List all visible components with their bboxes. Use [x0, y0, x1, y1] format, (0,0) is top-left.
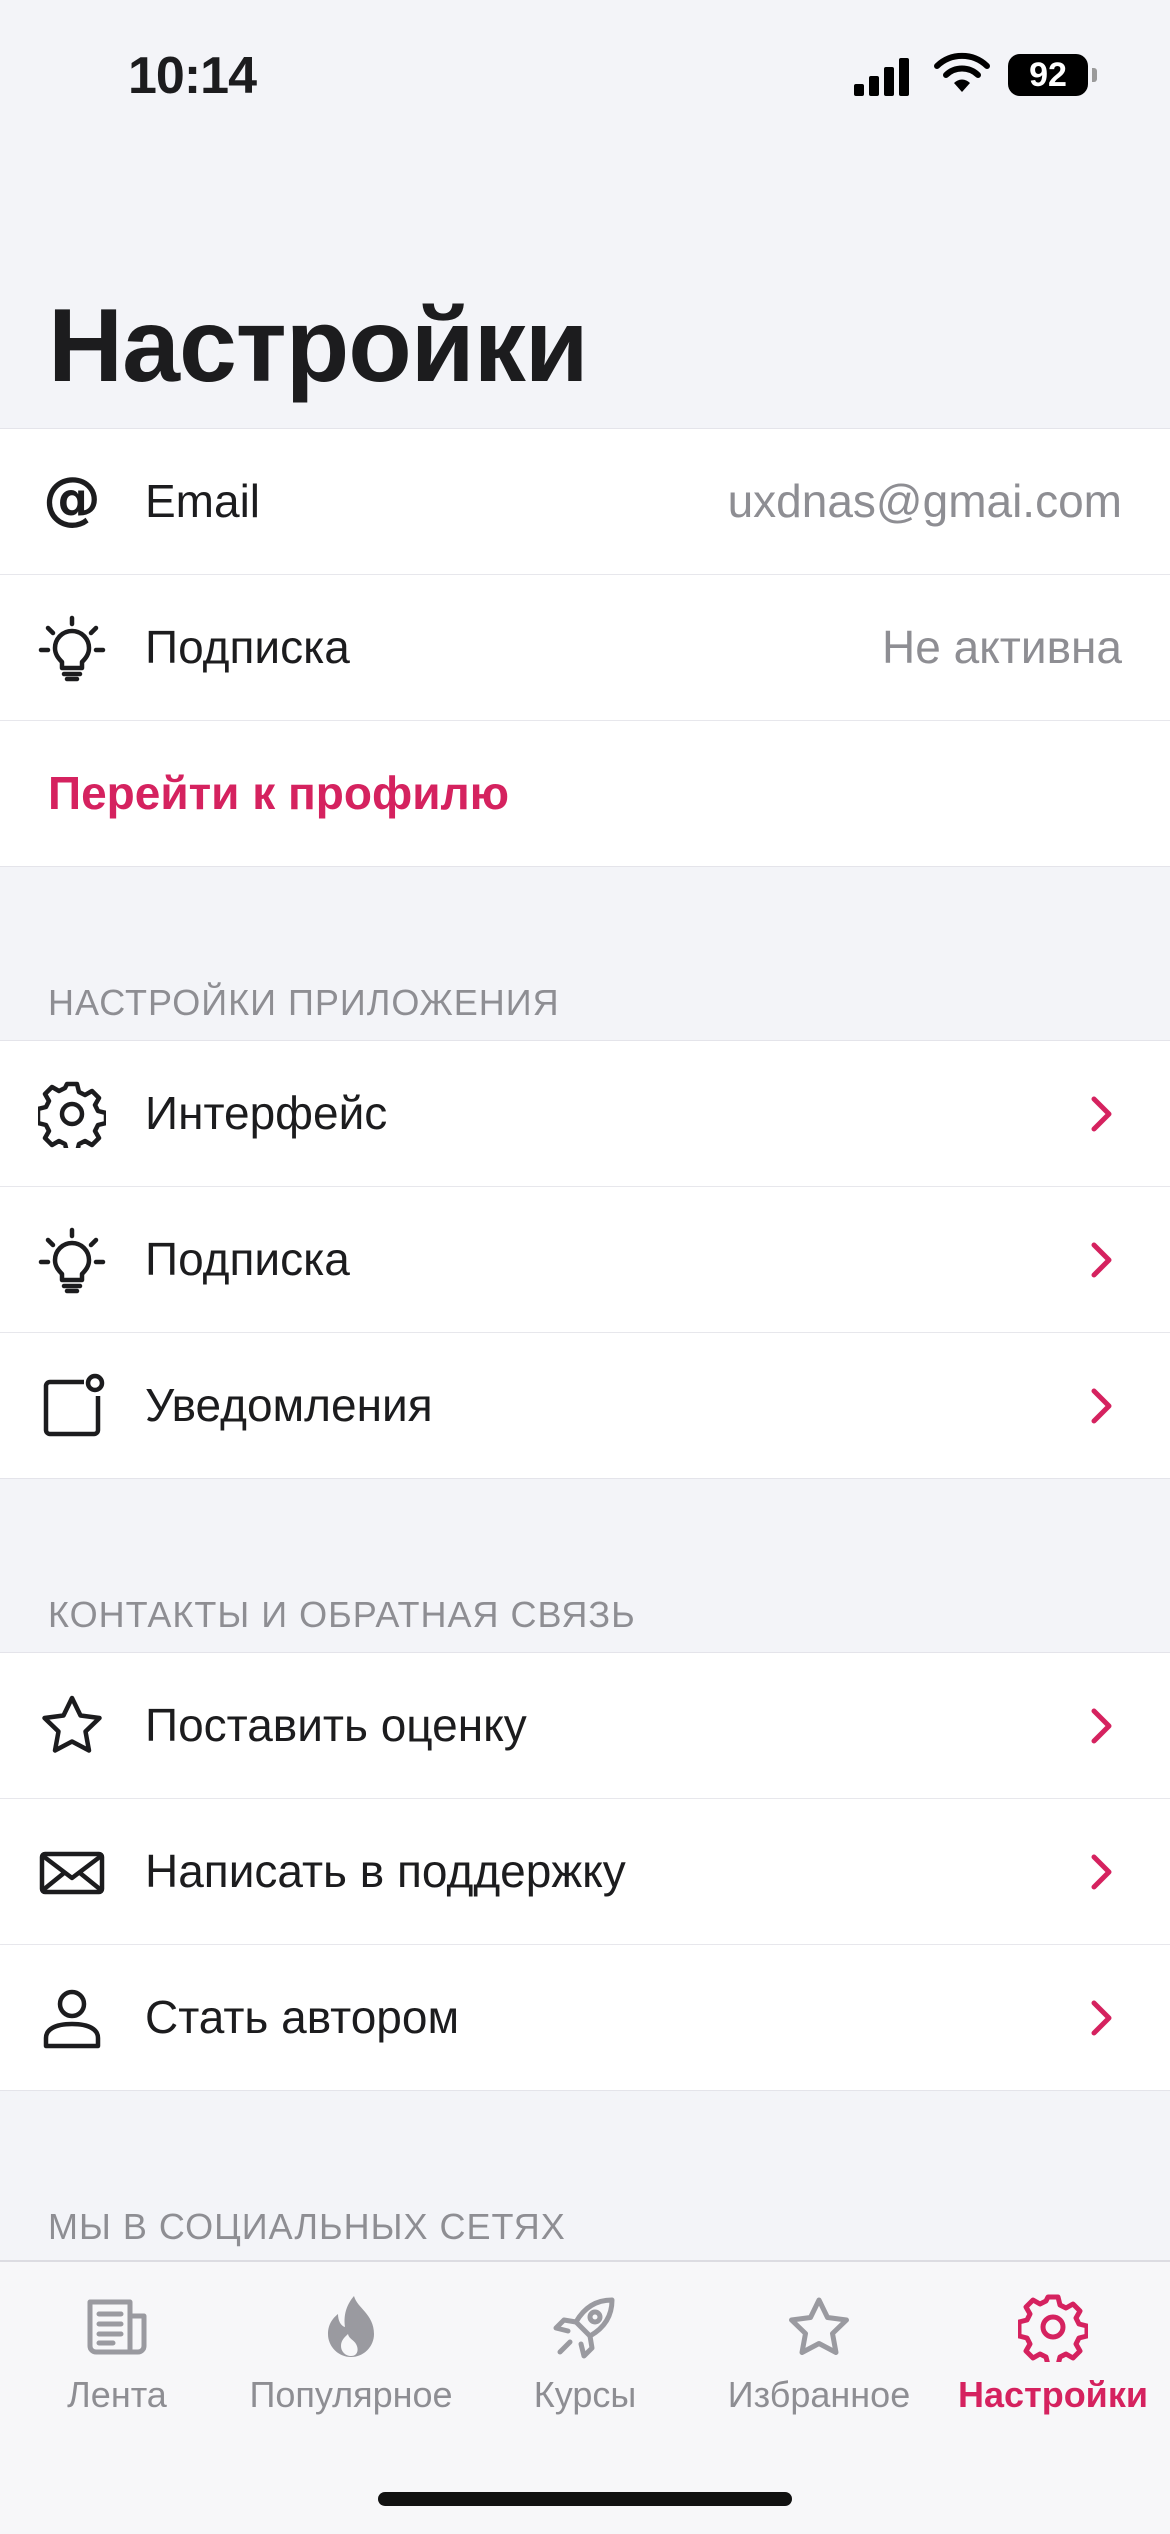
battery-nub	[1092, 68, 1097, 82]
star-icon	[784, 2292, 854, 2362]
subscription-row[interactable]: Подписка	[0, 1187, 1170, 1333]
contacts-group: Поставить оценку Написать в поддержку Ст…	[0, 1652, 1170, 2091]
go-to-profile-link[interactable]: Перейти к профилю	[48, 721, 509, 866]
chevron-right-icon	[1091, 1096, 1112, 1132]
notification-icon	[38, 1372, 106, 1440]
subscription-status-row[interactable]: Подписка Не активна	[0, 575, 1170, 721]
tab-label: Настройки	[958, 2374, 1148, 2415]
person-icon	[38, 1984, 106, 2052]
chevron-right-icon	[1091, 1388, 1112, 1424]
svg-text:@: @	[43, 468, 101, 532]
tab-settings[interactable]: Настройки	[936, 2262, 1170, 2462]
chevron-right-icon	[1091, 2000, 1112, 2036]
become-author-row[interactable]: Стать автором	[0, 1945, 1170, 2090]
notifications-row[interactable]: Уведомления	[0, 1333, 1170, 1478]
profile-link-row[interactable]: Перейти к профилю	[0, 721, 1170, 866]
tab-feed[interactable]: Лента	[0, 2262, 234, 2462]
app-settings-group: Интерфейс Подписка Уведомления	[0, 1040, 1170, 1479]
rate-app-row[interactable]: Поставить оценку	[0, 1653, 1170, 1799]
become-author-label: Стать автором	[145, 1991, 460, 2043]
status-bar: 10:14 92	[0, 0, 1170, 150]
page-title: Настройки	[48, 288, 589, 404]
at-icon: @	[38, 468, 106, 536]
rate-app-label: Поставить оценку	[145, 1699, 527, 1751]
status-time: 10:14	[128, 47, 257, 105]
gear-icon	[38, 1080, 106, 1148]
subscription-label: Подписка	[145, 1233, 350, 1285]
tab-label: Популярное	[249, 2374, 453, 2415]
tab-favorites[interactable]: Избранное	[702, 2262, 936, 2462]
envelope-icon	[38, 1838, 106, 1906]
tab-popular[interactable]: Популярное	[234, 2262, 468, 2462]
tab-courses[interactable]: Курсы	[468, 2262, 702, 2462]
contacts-header: КОНТАКТЫ И ОБРАТНАЯ СВЯЗЬ	[48, 1594, 636, 1635]
newspaper-icon	[82, 2292, 152, 2362]
notifications-label: Уведомления	[145, 1379, 433, 1431]
tab-label: Избранное	[727, 2374, 911, 2415]
cellular-signal-icon	[854, 58, 909, 96]
social-header: МЫ В СОЦИАЛЬНЫХ СЕТЯХ	[48, 2206, 566, 2247]
home-indicator	[378, 2492, 792, 2506]
email-row[interactable]: @ Email uxdnas@gmai.com	[0, 429, 1170, 575]
wifi-icon	[934, 52, 990, 92]
lightbulb-icon	[38, 614, 106, 682]
tab-label: Лента	[67, 2374, 167, 2415]
subscription-label: Подписка	[145, 621, 350, 673]
rocket-icon	[550, 2292, 620, 2362]
email-value: uxdnas@gmai.com	[727, 475, 1122, 527]
flame-icon	[316, 2292, 386, 2362]
subscription-value: Не активна	[882, 621, 1122, 673]
gear-icon	[1018, 2292, 1088, 2362]
chevron-right-icon	[1091, 1708, 1112, 1744]
chevron-right-icon	[1091, 1242, 1112, 1278]
interface-row[interactable]: Интерфейс	[0, 1041, 1170, 1187]
support-label: Написать в поддержку	[145, 1845, 626, 1897]
star-icon	[38, 1692, 106, 1760]
email-label: Email	[145, 475, 261, 527]
app-settings-header: НАСТРОЙКИ ПРИЛОЖЕНИЯ	[48, 982, 560, 1023]
battery-indicator: 92	[1008, 54, 1088, 96]
lightbulb-icon	[38, 1226, 106, 1294]
tab-label: Курсы	[533, 2374, 637, 2415]
chevron-right-icon	[1091, 1854, 1112, 1890]
account-group: @ Email uxdnas@gmai.com Подписка Не акти…	[0, 428, 1170, 867]
support-row[interactable]: Написать в поддержку	[0, 1799, 1170, 1945]
interface-label: Интерфейс	[145, 1087, 388, 1139]
